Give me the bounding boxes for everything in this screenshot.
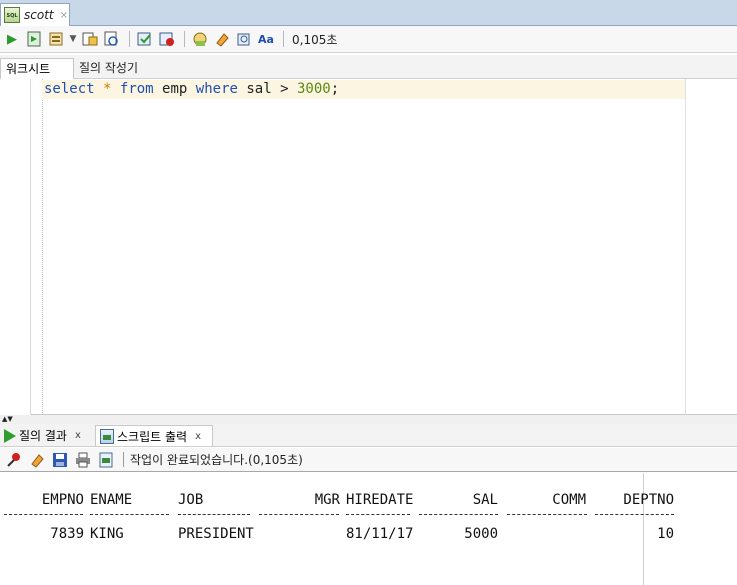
- cell-deptno: 10: [657, 526, 674, 542]
- operator-star: *: [103, 81, 112, 97]
- keyword-select: select: [44, 81, 95, 97]
- autotrace-icon[interactable]: [102, 29, 122, 49]
- close-query-result-icon[interactable]: x: [75, 430, 81, 441]
- header-comm: COMM: [552, 492, 586, 508]
- separator-dash: [346, 514, 410, 516]
- operator-gt: >: [280, 81, 289, 97]
- document-tab-scott[interactable]: SQL scott ×: [0, 3, 70, 26]
- tab-query-result[interactable]: 질의 결과 x: [0, 425, 94, 446]
- elapsed-time: 0,105초: [292, 32, 338, 47]
- separator-dash: [419, 514, 498, 516]
- separator-dash: [90, 514, 169, 516]
- keyword-from: from: [119, 81, 154, 97]
- rollback-icon[interactable]: [157, 29, 177, 49]
- script-output-tab-icon: [100, 428, 114, 444]
- tab-query-result-label: 질의 결과: [19, 429, 67, 443]
- clear-eraser-icon[interactable]: [212, 29, 232, 49]
- separator-dash: [259, 514, 339, 516]
- cell-job: PRESIDENT: [178, 526, 254, 542]
- toolbar-separator: [123, 452, 124, 467]
- tab-worksheet[interactable]: 워크시트: [0, 58, 74, 79]
- table-name: emp: [162, 81, 188, 97]
- header-hiredate: HIREDATE: [346, 492, 414, 508]
- tab-script-output-label: 스크립트 출력: [117, 429, 188, 444]
- print-icon[interactable]: [73, 450, 93, 470]
- pane-splitter[interactable]: ▲▼: [0, 415, 737, 424]
- format-case-icon[interactable]: Aa: [256, 29, 276, 49]
- script-output-area[interactable]: EMPNO ENAME JOB MGR HIREDATE SAL COMM DE…: [0, 473, 737, 585]
- explain-plan-icon[interactable]: [80, 29, 100, 49]
- split-arrows-icon[interactable]: ▲▼: [2, 415, 13, 423]
- run-script-icon[interactable]: [24, 29, 44, 49]
- sql-tuning-icon[interactable]: [190, 29, 210, 49]
- query-result-icon: [4, 428, 16, 443]
- status-message: 작업이 완료되었습니다.(0,105초): [130, 453, 303, 467]
- save-icon[interactable]: [50, 450, 70, 470]
- cell-empno: 7839: [50, 526, 84, 542]
- pin-icon[interactable]: [4, 450, 24, 470]
- header-sal: SAL: [472, 492, 498, 508]
- separator-dash: [507, 514, 587, 516]
- tab-script-output[interactable]: 스크립트 출력 x: [95, 425, 213, 446]
- line-gutter: [0, 79, 31, 415]
- header-job: JOB: [178, 492, 204, 508]
- commit-check-icon[interactable]: [135, 29, 155, 49]
- toolbar-separator: [184, 31, 185, 47]
- document-tab-label: scott: [24, 8, 54, 22]
- close-tab-icon[interactable]: ×: [60, 10, 68, 21]
- statement-terminator: ;: [330, 81, 340, 97]
- output-toolbar: 작업이 완료되었습니다.(0,105초): [0, 448, 737, 472]
- document-tab-strip: SQL scott ×: [0, 0, 737, 26]
- dropdown-arrow-icon[interactable]: ▼: [68, 29, 78, 49]
- history-icon[interactable]: [234, 29, 254, 49]
- cell-hiredate: 81/11/17: [346, 526, 414, 542]
- cell-ename: KING: [90, 526, 124, 542]
- header-ename: ENAME: [90, 492, 133, 508]
- separator-dash: [595, 514, 674, 516]
- cell-sal: 5000: [464, 526, 498, 542]
- number-literal: 3000: [296, 81, 331, 97]
- separator-dash: [4, 514, 83, 516]
- header-mgr: MGR: [314, 492, 340, 508]
- script-output-icon[interactable]: [96, 450, 116, 470]
- close-script-output-icon[interactable]: x: [195, 431, 201, 442]
- result-tabs: 질의 결과 x 스크립트 출력 x: [0, 424, 737, 447]
- worksheet-toolbar: ▶ ▼ Aa 0,105초: [0, 26, 737, 53]
- header-deptno: DEPTNO: [623, 492, 674, 508]
- separator-dash: [178, 514, 250, 516]
- header-empno: EMPNO: [41, 492, 84, 508]
- toolbar-separator: [283, 31, 284, 47]
- toolbar-separator: [129, 31, 130, 47]
- keyword-where: where: [195, 81, 238, 97]
- sql-statement[interactable]: select * from emp where sal > 3000;: [44, 80, 339, 99]
- right-margin-line: [685, 79, 686, 415]
- worksheet-subtabs: 워크시트 질의 작성기: [0, 55, 737, 79]
- column-name: sal: [246, 81, 272, 97]
- commit-icon[interactable]: [46, 29, 66, 49]
- eraser-icon[interactable]: [27, 450, 47, 470]
- sql-editor[interactable]: select * from emp where sal > 3000;: [0, 79, 737, 415]
- run-statement-icon[interactable]: ▶: [2, 29, 22, 49]
- fold-guide: [42, 79, 43, 415]
- sql-file-icon: SQL: [4, 7, 20, 23]
- tab-query-builder[interactable]: 질의 작성기: [74, 58, 143, 79]
